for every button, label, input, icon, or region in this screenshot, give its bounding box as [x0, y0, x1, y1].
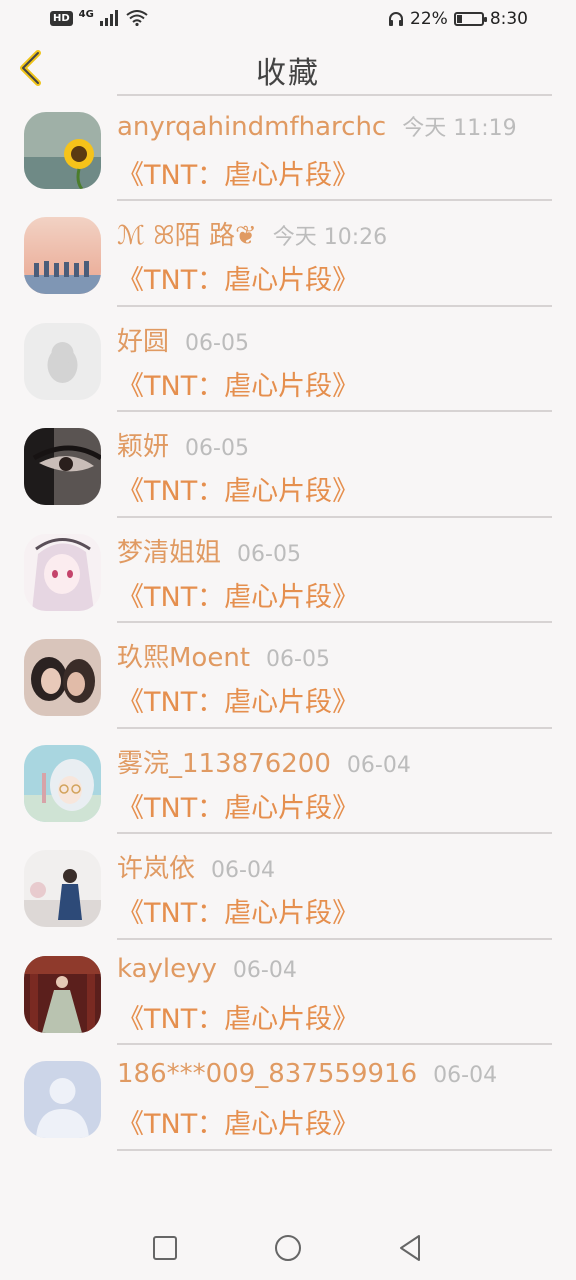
user-name[interactable]: 好圆 — [117, 321, 169, 358]
header: 收藏 — [0, 42, 576, 94]
home-button[interactable] — [272, 1232, 304, 1264]
list-item[interactable]: 186***009_837559916 06-04 《TNT：虐心片段》 — [0, 1045, 576, 1151]
list-item[interactable]: anyrqahindmfharchc 今天 11:19 《TNT：虐心片段》 — [0, 96, 576, 201]
name-line: 许岚依 06-04 — [117, 848, 556, 885]
avatar[interactable] — [24, 533, 101, 611]
user-name[interactable]: kayleyy — [117, 954, 217, 984]
name-line: 好圆 06-05 — [117, 321, 556, 358]
clock: 8:30 — [489, 9, 528, 29]
favorite-title[interactable]: 《TNT：虐心片段》 — [117, 575, 359, 614]
headphones-icon — [389, 12, 404, 26]
avatar[interactable] — [24, 850, 101, 927]
timestamp: 06-04 — [211, 858, 275, 883]
user-name[interactable]: 梦清姐姐 — [117, 532, 221, 569]
avatar[interactable] — [24, 322, 101, 400]
avatar[interactable] — [24, 1061, 101, 1138]
name-line: 颖妍 06-05 — [117, 426, 556, 463]
status-left: HD 4G — [50, 8, 148, 26]
name-line: 梦清姐姐 06-05 — [117, 532, 556, 569]
signal-icon — [99, 10, 118, 26]
network-type: 4G — [78, 8, 94, 20]
system-nav-bar — [0, 1214, 576, 1280]
user-name[interactable]: 颖妍 — [117, 426, 169, 463]
timestamp: 06-05 — [237, 541, 301, 567]
timestamp: 06-04 — [433, 1063, 498, 1088]
list-item[interactable]: 梦清姐姐 06-05 《TNT：虐心片段》 — [0, 518, 576, 623]
name-line: ℳ ꕤ陌 路❦ 今天 10:26 — [117, 215, 556, 252]
status-bar: HD 4G 22% 8:30 — [0, 0, 576, 42]
status-right: 22% 8:30 — [388, 9, 528, 29]
user-name[interactable]: 雾浣_113876200 — [117, 743, 331, 780]
battery-percent: 22% — [410, 9, 448, 29]
name-line: kayleyy 06-04 — [117, 954, 556, 984]
user-name[interactable]: anyrqahindmfharchc — [117, 112, 386, 142]
avatar-image — [24, 533, 101, 611]
user-name[interactable]: 玖熙Moent — [117, 637, 250, 674]
list-item[interactable]: kayleyy 06-04 《TNT：虐心片段》 — [0, 940, 576, 1045]
timestamp: 06-04 — [346, 752, 411, 778]
user-name[interactable]: 许岚依 — [117, 848, 195, 885]
name-line: 186***009_837559916 06-04 — [117, 1059, 556, 1089]
avatar-image — [24, 955, 101, 1033]
avatar[interactable] — [24, 639, 101, 716]
favorite-title[interactable]: 《TNT：虐心片段》 — [117, 786, 359, 825]
timestamp: 06-05 — [266, 647, 330, 672]
page-title: 收藏 — [256, 56, 320, 91]
avatar-image — [24, 639, 101, 716]
avatar[interactable] — [24, 111, 101, 189]
avatar-image — [24, 850, 101, 927]
wifi-icon — [126, 10, 148, 26]
favorite-title[interactable]: 《TNT：虐心片段》 — [117, 891, 359, 930]
avatar-image — [24, 111, 101, 189]
avatar[interactable] — [24, 217, 101, 294]
name-line: 雾浣_113876200 06-04 — [117, 743, 556, 780]
list-item[interactable]: 颖妍 06-05 《TNT：虐心片段》 — [0, 412, 576, 518]
list-item[interactable]: ℳ ꕤ陌 路❦ 今天 10:26 《TNT：虐心片段》 — [0, 201, 576, 307]
timestamp: 今天 10:26 — [272, 225, 388, 250]
timestamp: 06-05 — [185, 436, 249, 461]
avatar-image — [24, 428, 101, 505]
hd-icon: HD — [50, 10, 73, 26]
user-name[interactable]: 186***009_837559916 — [117, 1059, 417, 1089]
list-item[interactable]: 雾浣_113876200 06-04 《TNT：虐心片段》 — [0, 729, 576, 834]
user-name[interactable]: ℳ ꕤ陌 路❦ — [117, 215, 257, 252]
avatar[interactable] — [24, 955, 101, 1033]
avatar[interactable] — [24, 744, 101, 822]
avatar[interactable] — [24, 428, 101, 505]
list-item[interactable]: 许岚依 06-04 《TNT：虐心片段》 — [0, 834, 576, 940]
timestamp: 06-05 — [185, 330, 249, 356]
recents-button[interactable] — [149, 1232, 181, 1264]
favorite-title[interactable]: 《TNT：虐心片段》 — [117, 469, 359, 508]
favorites-list[interactable]: 《TNT：虐心片段》 anyrqahindmfharchc 今天 11:19 《TNT… — [0, 42, 576, 1214]
avatar-image — [24, 744, 101, 822]
avatar-image — [24, 1061, 101, 1138]
name-line: 玖熙Moent 06-05 — [117, 637, 556, 674]
favorite-title[interactable]: 《TNT：虐心片段》 — [117, 364, 359, 403]
battery-icon — [453, 12, 487, 26]
favorites-items: 《TNT：虐心片段》 anyrqahindmfharchc 今天 11:19 《TNT… — [0, 42, 576, 1151]
avatar-image — [24, 217, 101, 294]
timestamp: 今天 11:19 — [402, 115, 517, 141]
timestamp: 06-04 — [232, 957, 297, 983]
favorite-title[interactable]: 《TNT：虐心片段》 — [117, 153, 359, 192]
nav-back-button[interactable] — [394, 1232, 426, 1264]
name-line: anyrqahindmfharchc 今天 11:19 — [117, 110, 556, 142]
battery-fill — [456, 15, 462, 23]
avatar-image — [24, 322, 101, 400]
favorite-title[interactable]: 《TNT：虐心片段》 — [117, 997, 359, 1036]
list-item[interactable]: 玖熙Moent 06-05 《TNT：虐心片段》 — [0, 623, 576, 729]
divider — [117, 1148, 552, 1151]
list-item[interactable]: 好圆 06-05 《TNT：虐心片段》 — [0, 307, 576, 412]
favorite-title[interactable]: 《TNT：虐心片段》 — [117, 680, 359, 719]
favorite-title[interactable]: 《TNT：虐心片段》 — [117, 1102, 359, 1141]
favorite-title[interactable]: 《TNT：虐心片段》 — [117, 258, 359, 297]
